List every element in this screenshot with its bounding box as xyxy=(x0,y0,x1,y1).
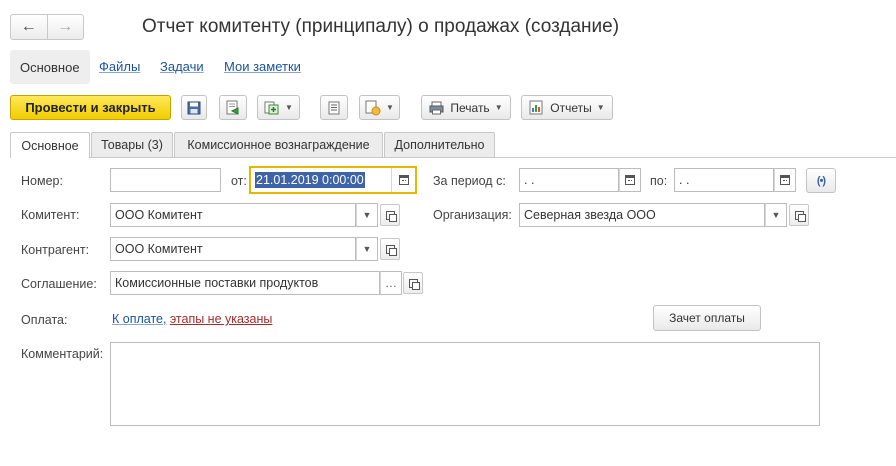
counterparty-open-button[interactable] xyxy=(380,238,400,260)
organization-open-button[interactable] xyxy=(789,204,809,226)
principal-input[interactable]: ООО Комитент xyxy=(110,203,356,227)
principal-label: Комитент: xyxy=(21,208,80,222)
post-button[interactable] xyxy=(219,95,247,120)
section-notes-link[interactable]: Мои заметки xyxy=(224,59,301,74)
tab-commission[interactable]: Комиссионное вознаграждение xyxy=(174,132,383,157)
save-button[interactable] xyxy=(181,95,207,120)
period-to-input[interactable]: . . xyxy=(674,168,774,192)
post-icon xyxy=(226,100,239,115)
agreement-select-button[interactable]: … xyxy=(380,271,402,295)
structure-button[interactable] xyxy=(320,95,348,120)
comment-label: Комментарий: xyxy=(21,347,104,361)
attach-button[interactable]: ▼ xyxy=(359,95,400,120)
section-tasks-link[interactable]: Задачи xyxy=(160,59,204,74)
period-select-icon: (•) xyxy=(816,174,826,187)
organization-input[interactable]: Северная звезда ООО xyxy=(519,203,765,227)
create-based-on-icon xyxy=(264,101,279,114)
payment-link-due[interactable]: К оплате, xyxy=(112,312,166,326)
comment-textarea[interactable] xyxy=(110,342,820,426)
section-files-link[interactable]: Файлы xyxy=(99,59,140,74)
date-calendar-button[interactable] xyxy=(391,168,415,192)
number-label: Номер: xyxy=(21,174,63,188)
print-button[interactable]: Печать ▼ xyxy=(421,95,511,120)
agreement-label: Соглашение: xyxy=(21,277,97,291)
open-icon xyxy=(385,244,397,256)
page-title: Отчет комитенту (принципалу) о продажах … xyxy=(142,16,620,37)
ellipsis-icon: … xyxy=(385,276,397,290)
calendar-icon xyxy=(780,175,790,185)
post-and-close-button[interactable]: Провести и закрыть xyxy=(10,95,171,120)
period-from-calendar-button[interactable] xyxy=(619,168,641,192)
save-icon xyxy=(187,101,201,114)
date-from-label: от: xyxy=(231,174,247,188)
organization-dropdown-button[interactable]: ▼ xyxy=(765,203,787,227)
period-select-button[interactable]: (•) xyxy=(806,168,836,193)
principal-dropdown-button[interactable]: ▼ xyxy=(356,203,378,227)
period-from-label: За период с: xyxy=(433,174,506,188)
tab-additional[interactable]: Дополнительно xyxy=(384,132,495,157)
period-to-label: по: xyxy=(650,174,668,188)
tabs-divider xyxy=(10,157,896,158)
reports-label: Отчеты xyxy=(550,100,592,115)
chevron-down-icon: ▼ xyxy=(362,244,372,254)
open-icon xyxy=(794,210,806,222)
counterparty-label: Контрагент: xyxy=(21,243,90,257)
payment-link[interactable]: К оплате, этапы не указаны xyxy=(112,312,272,326)
back-button[interactable]: ← xyxy=(11,15,47,39)
agreement-input[interactable]: Комиссионные поставки продуктов xyxy=(110,271,380,295)
payment-label: Оплата: xyxy=(21,313,68,327)
print-label: Печать xyxy=(450,100,490,115)
history-nav: ← → xyxy=(10,14,84,40)
counterparty-input[interactable]: ООО Комитент xyxy=(110,237,356,261)
tab-main[interactable]: Основное xyxy=(10,132,90,158)
chevron-down-icon: ▼ xyxy=(771,210,781,220)
reports-button[interactable]: Отчеты ▼ xyxy=(521,95,613,120)
open-icon xyxy=(385,210,397,222)
principal-open-button[interactable] xyxy=(380,204,400,226)
create-based-on-button[interactable]: ▼ xyxy=(257,95,300,120)
reports-icon xyxy=(529,100,543,115)
chevron-down-icon: ▼ xyxy=(494,103,503,112)
chevron-down-icon: ▼ xyxy=(386,103,394,112)
arrow-left-icon: ← xyxy=(20,18,37,35)
arrow-right-icon: → xyxy=(57,18,74,35)
organization-label: Организация: xyxy=(433,208,512,222)
period-to-calendar-button[interactable] xyxy=(774,168,796,192)
chevron-down-icon: ▼ xyxy=(362,210,372,220)
section-main[interactable]: Основное xyxy=(10,50,90,84)
tab-goods[interactable]: Товары (3) xyxy=(91,132,173,157)
payment-offset-button[interactable]: Зачет оплаты xyxy=(653,305,761,331)
calendar-icon xyxy=(625,175,635,185)
printer-icon xyxy=(429,101,444,114)
list-icon xyxy=(328,101,340,114)
counterparty-dropdown-button[interactable]: ▼ xyxy=(356,237,378,261)
open-icon xyxy=(408,278,420,290)
date-value: 21.01.2019 0:00:00 xyxy=(255,172,365,188)
calendar-icon xyxy=(398,175,409,185)
number-input[interactable] xyxy=(110,168,221,192)
chevron-down-icon: ▼ xyxy=(285,103,293,112)
period-from-input[interactable]: . . xyxy=(519,168,619,192)
agreement-open-button[interactable] xyxy=(403,272,423,294)
attach-icon xyxy=(365,100,381,115)
payment-link-stages[interactable]: этапы не указаны xyxy=(170,312,273,326)
date-input[interactable]: 21.01.2019 0:00:00 xyxy=(249,166,417,194)
chevron-down-icon: ▼ xyxy=(596,103,605,112)
forward-button[interactable]: → xyxy=(46,15,84,39)
